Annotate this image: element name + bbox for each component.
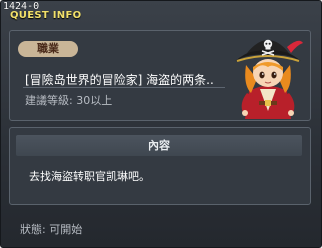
content-text: 去找海盜转职官凯琳吧。	[29, 170, 150, 183]
window-title: QUEST INFO	[10, 10, 82, 21]
pirate-npc-icon	[235, 39, 303, 119]
content-header: 內容	[16, 135, 302, 156]
quest-info-window: 1424-0 QUEST INFO 職業 [冒險岛世界的冒险家] 海盗的两条..…	[0, 0, 322, 248]
quest-status: 狀態: 可開始	[20, 223, 83, 236]
quest-name[interactable]: [冒險岛世界的冒险家] 海盗的两条..	[25, 71, 227, 88]
summary-divider	[23, 87, 225, 88]
level-requirement: 建議等級: 30以上	[25, 94, 113, 107]
job-badge: 職業	[18, 41, 78, 57]
